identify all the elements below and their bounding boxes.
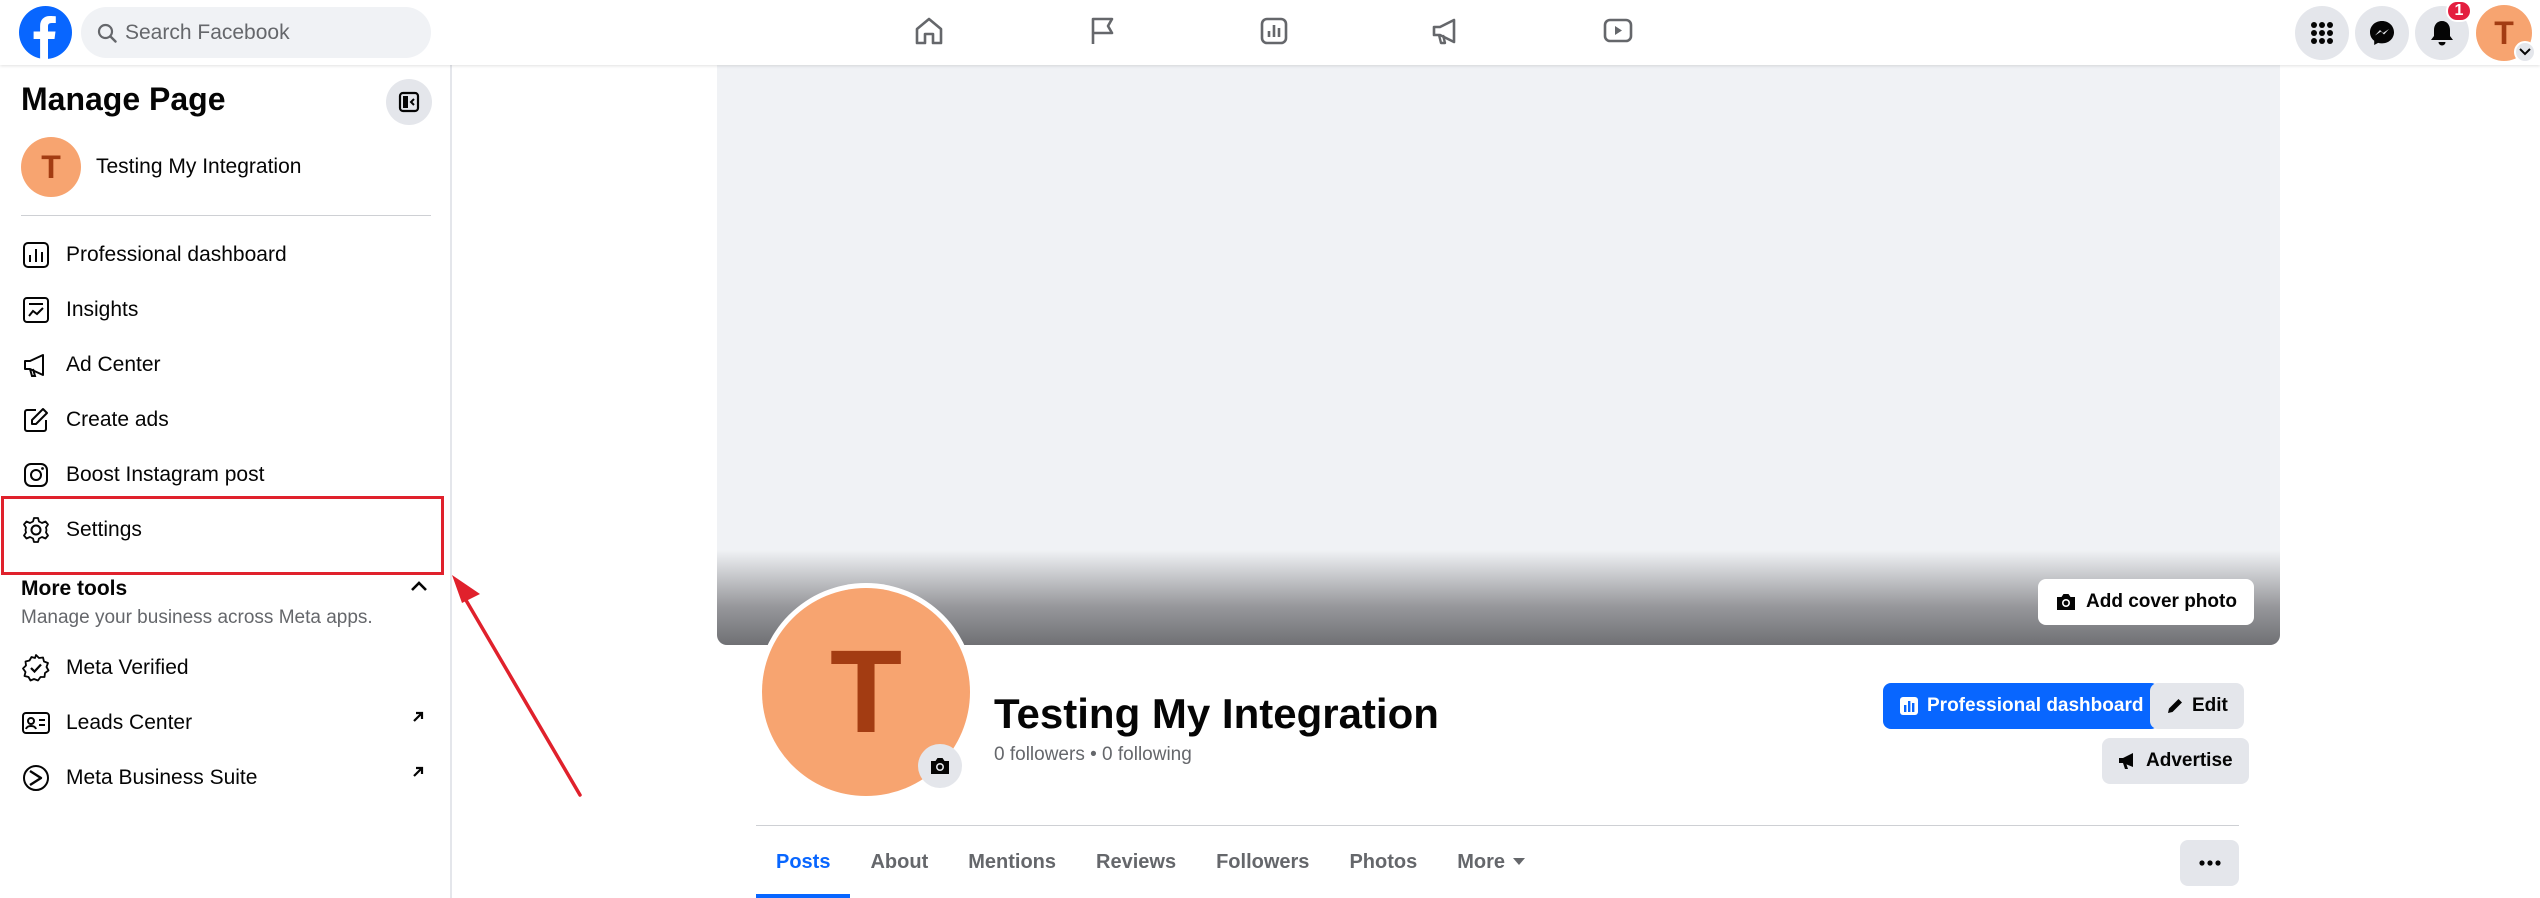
tab-more-label: More: [1457, 850, 1506, 873]
pencil-icon: [20, 404, 52, 436]
external-link-icon: [410, 709, 426, 730]
video-icon: [1603, 18, 1633, 43]
tab-mentions[interactable]: Mentions: [948, 826, 1076, 898]
insights-icon: [20, 294, 52, 326]
page-avatar: T: [21, 137, 81, 197]
messenger-icon: [2370, 21, 2394, 45]
advertise-label: Advertise: [2146, 750, 2233, 771]
annotation-arrow: [452, 575, 582, 797]
sidebar-toggle-icon: [398, 91, 420, 113]
sidebar-divider: [21, 215, 431, 216]
caret-down-icon: [1513, 858, 1526, 865]
collapse-sidebar-button[interactable]: [386, 79, 432, 125]
search-input[interactable]: [125, 7, 415, 58]
manage-page-sidebar: Manage Page T Testing My Integration Pro…: [0, 65, 452, 898]
tab-reviews[interactable]: Reviews: [1076, 826, 1196, 898]
external-link-icon: [410, 764, 426, 785]
sidebar-item-label: Insights: [66, 297, 139, 321]
dashboard-icon: [1900, 697, 1918, 715]
dashboard-icon: [20, 239, 52, 271]
nav-pages[interactable]: [1047, 0, 1157, 62]
tab-posts[interactable]: Posts: [756, 826, 851, 898]
sidebar-item-boost-instagram[interactable]: Boost Instagram post: [0, 447, 440, 502]
tab-followers[interactable]: Followers: [1196, 826, 1329, 898]
sidebar-item-insights[interactable]: Insights: [0, 282, 440, 337]
facebook-logo[interactable]: [19, 6, 72, 59]
bell-icon: [2431, 21, 2453, 46]
sidebar-item-label: Boost Instagram post: [66, 462, 265, 486]
advertise-button[interactable]: Advertise: [2102, 738, 2249, 784]
sidebar-page-switcher[interactable]: T Testing My Integration: [21, 137, 301, 197]
search-bar[interactable]: [81, 7, 431, 58]
sidebar-item-label: Meta Verified: [66, 655, 189, 679]
edit-label: Edit: [2192, 695, 2228, 716]
update-profile-picture-button[interactable]: [918, 744, 962, 788]
nav-video[interactable]: [1563, 0, 1673, 62]
camera-icon: [931, 758, 949, 774]
add-cover-photo-label: Add cover photo: [2086, 591, 2237, 612]
sidebar-item-meta-verified[interactable]: Meta Verified: [0, 640, 440, 695]
profile-tabs: Posts About Mentions Reviews Followers P…: [756, 826, 1545, 898]
sidebar-item-label: Create ads: [66, 407, 169, 431]
nav-insights[interactable]: [1219, 0, 1329, 62]
sidebar-item-label: Leads Center: [66, 710, 193, 734]
search-icon: [97, 23, 117, 43]
sidebar-item-leads-center[interactable]: Leads Center: [0, 695, 440, 750]
sidebar-item-meta-business-suite[interactable]: Meta Business Suite: [0, 750, 440, 805]
instagram-icon: [20, 459, 52, 491]
sidebar-title: Manage Page: [21, 81, 226, 117]
insights-icon: [1260, 17, 1288, 45]
tab-more[interactable]: More: [1437, 826, 1545, 898]
page-name-heading: Testing My Integration: [994, 690, 1439, 737]
sidebar-item-label: Professional dashboard: [66, 242, 287, 266]
more-tools-heading[interactable]: More tools: [21, 577, 127, 601]
top-navigation-bar: 1 T: [0, 0, 2540, 65]
verified-icon: [20, 652, 52, 684]
professional-dashboard-label: Professional dashboard: [1927, 695, 2144, 716]
ellipsis-icon: [2198, 860, 2221, 866]
avatar-initial: T: [2494, 14, 2514, 51]
business-suite-icon: [20, 762, 52, 794]
menu-button[interactable]: [2295, 6, 2349, 60]
chevron-down-icon: [2514, 41, 2536, 63]
edit-button[interactable]: Edit: [2150, 683, 2244, 729]
pencil-icon: [2168, 699, 2182, 713]
nav-ads[interactable]: [1391, 0, 1501, 62]
leads-icon: [20, 707, 52, 739]
more-options-button[interactable]: [2180, 840, 2239, 886]
sidebar-item-create-ads[interactable]: Create ads: [0, 392, 440, 447]
follower-stats[interactable]: 0 followers • 0 following: [994, 744, 1192, 766]
sidebar-item-professional-dashboard[interactable]: Professional dashboard: [0, 227, 440, 282]
more-tools-subtitle: Manage your business across Meta apps.: [21, 607, 373, 628]
messenger-button[interactable]: [2355, 6, 2409, 60]
tab-about[interactable]: About: [850, 826, 948, 898]
sidebar-page-name: Testing My Integration: [96, 155, 302, 178]
grid-menu-icon: [2311, 22, 2333, 44]
tab-photos[interactable]: Photos: [1329, 826, 1437, 898]
megaphone-icon: [2119, 753, 2133, 769]
add-cover-photo-button[interactable]: Add cover photo: [2038, 579, 2254, 625]
sidebar-item-label: Meta Business Suite: [66, 765, 258, 789]
settings-highlight-box: [1, 496, 444, 575]
flag-icon: [1091, 17, 1114, 44]
home-icon: [915, 17, 943, 45]
camera-icon: [2057, 594, 2075, 610]
sidebar-item-label: Ad Center: [66, 352, 161, 376]
megaphone-icon: [20, 349, 52, 381]
account-avatar[interactable]: T: [2476, 5, 2536, 63]
notification-badge: 1: [2446, 0, 2472, 22]
nav-home[interactable]: [874, 0, 984, 62]
professional-dashboard-button[interactable]: Professional dashboard: [1883, 683, 2160, 729]
chevron-up-icon[interactable]: [410, 579, 428, 597]
sidebar-item-ad-center[interactable]: Ad Center: [0, 337, 440, 392]
megaphone-icon: [1432, 18, 1456, 45]
cover-photo-area[interactable]: Add cover photo: [717, 65, 2280, 645]
